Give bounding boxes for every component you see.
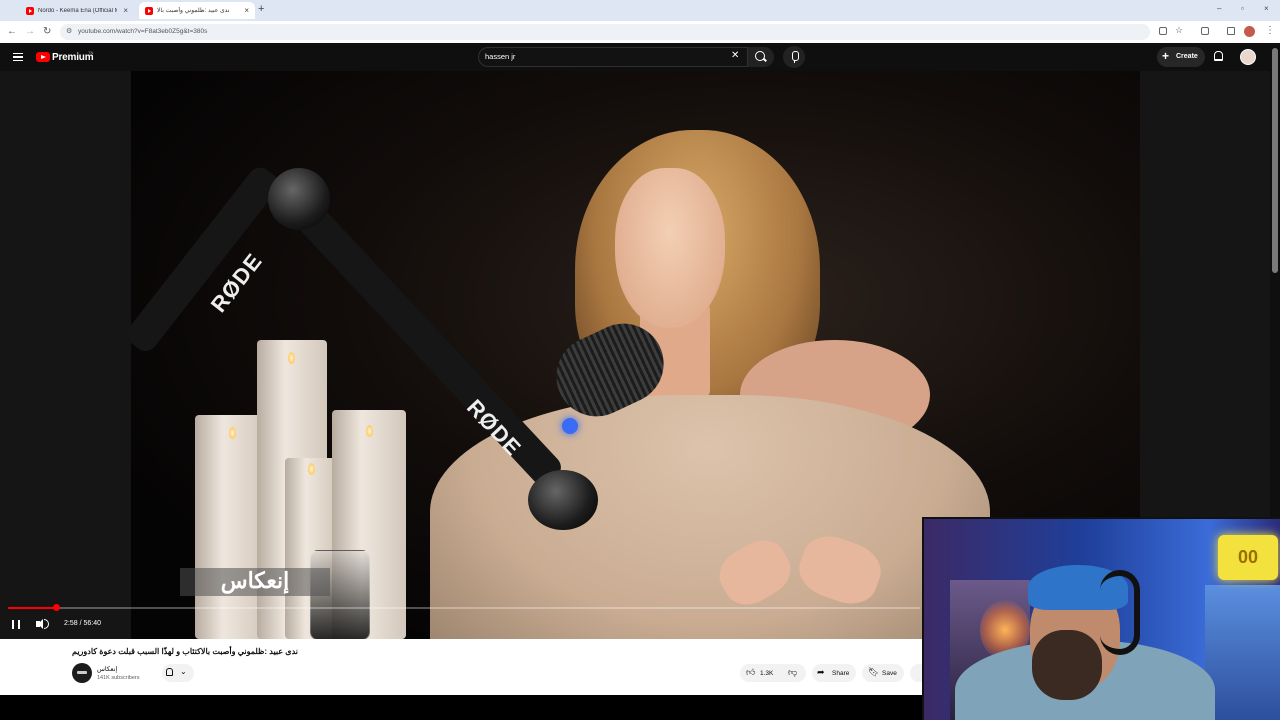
close-window-icon[interactable]: × <box>1264 4 1269 13</box>
webcam-neon-sign: 00 <box>1218 535 1278 580</box>
download-button[interactable] <box>910 664 922 682</box>
share-icon: ➦ <box>817 667 825 677</box>
candle-flame <box>229 427 236 439</box>
time-display: 2:58 / 56:40 <box>64 620 101 627</box>
bookmark-star-icon[interactable]: ☆ <box>1175 25 1183 36</box>
tab-close-icon[interactable]: × <box>244 6 249 15</box>
back-icon[interactable]: ← <box>7 26 17 37</box>
account-avatar[interactable] <box>1240 49 1256 65</box>
volume-icon[interactable] <box>36 619 43 629</box>
share-label: Share <box>832 670 850 677</box>
country-code: TN <box>88 50 94 55</box>
search-input[interactable] <box>478 47 748 67</box>
url-text: youtube.com/watch?v=F8at3eb0Z5g&t=380s <box>78 28 208 35</box>
plus-icon[interactable]: + <box>258 3 264 15</box>
like-icon[interactable]: 👍︎ <box>746 667 755 678</box>
extensions-icon[interactable] <box>1201 27 1209 35</box>
youtube-logo-icon[interactable] <box>36 52 50 62</box>
notifications-icon[interactable] <box>1214 51 1223 61</box>
candle-flame <box>308 463 315 475</box>
video-title: ندى عبيد :ظلموني وأصبت بالاكتئاب و لهذّا… <box>72 647 298 656</box>
minimize-icon[interactable]: – <box>1217 4 1221 13</box>
tab-title: Nordo - Keema Ena (Official M <box>38 7 118 14</box>
webcam-person-beard <box>1032 630 1102 700</box>
tab-close-icon[interactable]: × <box>123 6 128 15</box>
clear-search-icon[interactable]: ✕ <box>731 50 739 61</box>
save-icon: 🔖︎ <box>868 667 880 677</box>
search-value: hassen jr <box>485 52 516 61</box>
search-button[interactable] <box>748 47 774 67</box>
subscriber-count: 141K subscribers <box>97 675 140 681</box>
mic-arm-joint <box>528 470 598 530</box>
browser-tab-2[interactable]: ندى عبيد :ظلموني وأصبت بالا × <box>139 2 255 19</box>
webcam-rack <box>1205 585 1280 720</box>
youtube-favicon-icon <box>145 6 153 15</box>
page-bottom-area <box>0 695 922 720</box>
chevron-down-icon: ⌄ <box>180 667 187 676</box>
browser-menu-icon[interactable]: ⋮ <box>1265 25 1275 36</box>
site-info-icon[interactable]: ⚙ <box>66 27 72 35</box>
maximize-icon[interactable]: ▫ <box>1241 4 1244 13</box>
channel-avatar[interactable] <box>72 663 92 683</box>
candle <box>195 415 265 639</box>
channel-watermark: إنعكاس <box>180 568 330 596</box>
microphone-led <box>562 418 578 434</box>
install-app-icon[interactable] <box>1159 27 1167 35</box>
dislike-icon[interactable]: 👎︎ <box>788 667 797 678</box>
person-face <box>615 168 725 328</box>
webcam-headset <box>1100 570 1140 655</box>
pause-icon[interactable] <box>12 620 20 629</box>
plus-icon: + <box>1162 49 1170 63</box>
tab-title: ندى عبيد :ظلموني وأصبت بالا <box>157 8 230 14</box>
save-label: Save <box>882 670 897 677</box>
profile-avatar[interactable] <box>1244 26 1255 37</box>
voice-search-icon[interactable] <box>783 46 805 68</box>
reload-icon[interactable]: ↻ <box>43 26 51 37</box>
channel-name[interactable]: إنعكاس <box>97 665 117 673</box>
tab-search-icon[interactable] <box>1227 27 1235 35</box>
hamburger-menu-icon[interactable] <box>13 53 23 61</box>
youtube-favicon-icon <box>26 6 34 15</box>
browser-tab-1[interactable]: Nordo - Keema Ena (Official M × <box>20 2 134 19</box>
url-field[interactable]: ⚙ youtube.com/watch?v=F8at3eb0Z5g&t=380s <box>60 24 1150 40</box>
forward-icon[interactable]: → <box>25 26 35 37</box>
candle-flame <box>366 425 373 437</box>
progress-played <box>8 607 56 609</box>
like-count[interactable]: 1.3K <box>760 670 773 677</box>
bell-icon <box>166 668 173 676</box>
player-letterbox-left <box>0 71 131 639</box>
candle-flame <box>288 352 295 364</box>
progress-bar[interactable] <box>8 607 920 609</box>
progress-scrubber[interactable] <box>53 604 60 611</box>
mic-arm-joint <box>268 168 330 230</box>
scrollbar-thumb[interactable] <box>1272 48 1278 273</box>
